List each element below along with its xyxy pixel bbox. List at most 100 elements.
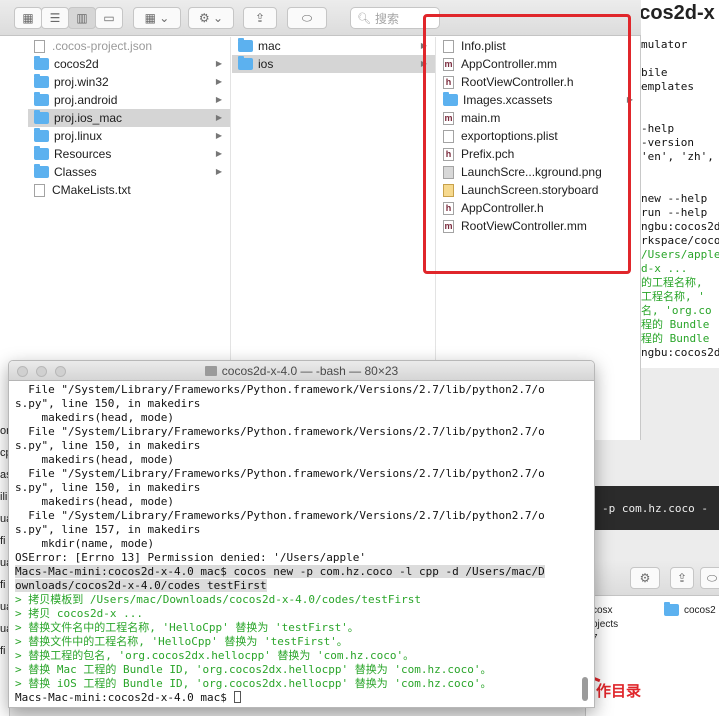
share-button[interactable]: ⇪ xyxy=(243,7,277,29)
gear-icon: ⚙ ⌄ xyxy=(198,11,224,25)
finder-item[interactable]: proj.win32 ▶ xyxy=(28,73,230,91)
finder-item-label: mac xyxy=(258,39,281,53)
terminal-line: > 替换文件名中的工程名称, 'HelloCpp' 替换为 'testFirst… xyxy=(15,621,578,635)
grid-icon: ▦ xyxy=(22,11,34,25)
finder-item[interactable]: m AppController.mm xyxy=(437,55,641,73)
finder-item[interactable]: h AppController.h xyxy=(437,199,641,217)
terminal-line-text: s.py", line 150, in makedirs xyxy=(15,439,201,452)
chevron-right-icon: ▶ xyxy=(215,59,222,68)
folder-icon xyxy=(34,110,49,124)
terminal-scrollbar[interactable] xyxy=(580,381,591,707)
tag-button[interactable]: ⬭ xyxy=(287,7,327,29)
terminal-line-text: File "/System/Library/Frameworks/Python.… xyxy=(15,425,545,438)
finder-item-label: main.m xyxy=(461,111,501,125)
search-input[interactable]: 🔍︎ 搜索 xyxy=(350,7,440,29)
finder-item[interactable]: proj.ios_mac ▶ xyxy=(28,109,230,127)
finder-item-label: Resources xyxy=(54,147,112,161)
finder-item[interactable]: proj.android ▶ xyxy=(28,91,230,109)
terminal-title: cocos2d-x-4.0 — -bash — 80×23 xyxy=(9,364,594,378)
file-icon: h xyxy=(443,75,454,89)
finder-item[interactable]: exportoptions.plist xyxy=(437,127,641,145)
finder-item-label: Prefix.pch xyxy=(461,147,515,161)
list-item[interactable]: cosx xyxy=(592,604,618,618)
finder-item-label: .cocos-project.json xyxy=(52,39,153,53)
finder-item[interactable]: cocos2d ▶ xyxy=(28,55,230,73)
terminal-line: 'en', 'zh', xyxy=(641,150,714,163)
finder-item[interactable]: m RootViewController.mm xyxy=(437,217,641,235)
terminal-line: -help xyxy=(641,122,675,135)
list-icon: ☰ xyxy=(49,11,61,25)
terminal-line: bile xyxy=(641,66,668,79)
terminal-line-text: > 替换文件名中的工程名称, 'HelloCpp' 替换为 'testFirst… xyxy=(15,621,359,634)
terminal-line: ownloads/cocos2d-x-4.0/codes testFirst xyxy=(15,579,578,593)
finder-item[interactable]: Images.xcassets ▶ xyxy=(437,91,641,109)
finder-item[interactable]: mac ▶ xyxy=(232,37,435,55)
file-icon xyxy=(443,129,454,143)
finder-item[interactable]: Classes ▶ xyxy=(28,163,230,181)
terminal-line: mulator xyxy=(641,38,688,51)
action-button[interactable]: ⚙ ⌄ xyxy=(188,7,234,29)
folder-icon xyxy=(238,56,253,70)
second-share-button[interactable]: ⇪ xyxy=(670,567,694,589)
terminal-line-text: s.py", line 150, in makedirs xyxy=(15,481,201,494)
finder-item-label: proj.linux xyxy=(54,129,103,143)
terminal-line-text: File "/System/Library/Frameworks/Python.… xyxy=(15,383,545,396)
finder-item[interactable]: h RootViewController.h xyxy=(437,73,641,91)
terminal-line: OSError: [Errno 13] Permission denied: '… xyxy=(15,551,578,565)
finder-item-label: proj.ios_mac xyxy=(54,111,123,125)
finder-item[interactable]: ios ▶ xyxy=(232,55,435,73)
terminal-line: > 替换 iOS 工程的 Bundle ID, 'org.cocos2dx.he… xyxy=(15,677,578,691)
folder-icon xyxy=(443,92,458,106)
terminal-line: rkspace/coco xyxy=(641,234,719,247)
terminal-line: > 替换 Mac 工程的 Bundle ID, 'org.cocos2dx.he… xyxy=(15,663,578,677)
terminal-window[interactable]: cocos2d-x-4.0 — -bash — 80×23 File "/Sys… xyxy=(8,360,595,708)
finder-item[interactable]: m main.m xyxy=(437,109,641,127)
terminal-line-text: makedirs(head, mode) xyxy=(15,411,174,424)
finder-toolbar: ▦ ☰ ▥ ▭ ▦ ⌄ ⚙ ⌄ ⇪ ⬭ 🔍︎ 搜索 xyxy=(0,0,641,36)
folder-icon xyxy=(238,38,253,52)
second-finder-selected-item[interactable]: cocos2 xyxy=(664,602,716,616)
finder-item[interactable]: LaunchScre...kground.png xyxy=(437,163,641,181)
terminal-prompt-line[interactable]: Macs-Mac-mini:cocos2d-x-4.0 mac$ xyxy=(15,691,578,705)
finder-item[interactable]: CMakeLists.txt xyxy=(28,181,230,199)
finder-item[interactable]: .cocos-project.json xyxy=(28,37,230,55)
folder-icon xyxy=(664,602,679,616)
tag-icon: ⬭ xyxy=(301,10,313,25)
list-item[interactable]: ojects xyxy=(592,618,618,632)
terminal-output[interactable]: File "/System/Library/Frameworks/Python.… xyxy=(15,383,578,707)
folder-icon xyxy=(34,164,49,178)
gallery-view-button[interactable]: ▭ xyxy=(95,7,123,29)
second-tag-button[interactable]: ⬭ xyxy=(700,567,719,589)
list-item[interactable]: 7 xyxy=(592,632,618,646)
chevron-right-icon: ▶ xyxy=(215,149,222,158)
finder-item[interactable]: LaunchScreen.storyboard xyxy=(437,181,641,199)
terminal-line-text: > 替换工程的包名, 'org.cocos2dx.hellocpp' 替换为 '… xyxy=(15,649,415,662)
icon-view-button[interactable]: ▦ xyxy=(14,7,42,29)
background-terminal-output: mulator bile emplates -help -version'en', … xyxy=(641,38,719,360)
columns-icon: ▥ xyxy=(76,11,88,25)
chevron-right-icon: ▶ xyxy=(215,167,222,176)
list-view-button[interactable]: ☰ xyxy=(41,7,69,29)
finder-item[interactable]: Info.plist xyxy=(437,37,641,55)
terminal-line-text: s.py", line 157, in makedirs xyxy=(15,523,201,536)
terminal-line: mkdir(name, mode) xyxy=(15,537,578,551)
terminal-line: s.py", line 157, in makedirs xyxy=(15,523,578,537)
chevron-right-icon: ▶ xyxy=(215,113,222,122)
column-view-button[interactable]: ▥ xyxy=(68,7,96,29)
finder-item[interactable]: h Prefix.pch xyxy=(437,145,641,163)
chevron-right-icon: ▶ xyxy=(420,41,427,50)
finder-item[interactable]: proj.linux ▶ xyxy=(28,127,230,145)
gear-icon: ⚙ xyxy=(639,571,651,585)
terminal-line-text: File "/System/Library/Frameworks/Python.… xyxy=(15,509,545,522)
file-icon: m xyxy=(443,111,454,125)
terminal-line: > 替换文件中的工程名称, 'HelloCpp' 替换为 'testFirst'… xyxy=(15,635,578,649)
finder-item[interactable]: Resources ▶ xyxy=(28,145,230,163)
finder-item-label: Images.xcassets xyxy=(463,93,553,107)
group-button[interactable]: ▦ ⌄ xyxy=(133,7,181,29)
terminal-line: new --help xyxy=(641,192,708,205)
second-action-button[interactable]: ⚙ xyxy=(630,567,660,589)
scrollbar-thumb[interactable] xyxy=(582,677,588,701)
terminal-line-text: > 拷贝模板到 /Users/mac/Downloads/cocos2d-x-4… xyxy=(15,593,421,606)
